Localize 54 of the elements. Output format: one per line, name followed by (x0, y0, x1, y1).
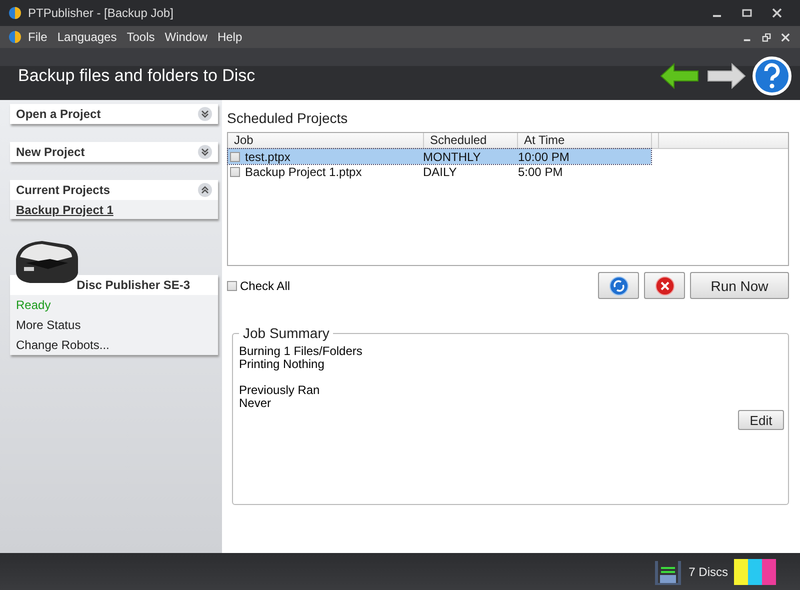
table-cell: 10:00 PM (518, 150, 570, 164)
menu-item[interactable]: Help (217, 30, 242, 44)
summary-line: Previously Ran (239, 384, 321, 397)
checkbox-label[interactable]: Check All (240, 278, 290, 292)
table-row[interactable]: test.ptpx MONTHLY 10:00 PM (228, 149, 651, 164)
ink-cartridges-icon (734, 558, 776, 584)
edit-button[interactable]: Edit (738, 410, 784, 430)
close-icon[interactable] (781, 32, 790, 42)
back-arrow-icon[interactable] (660, 63, 700, 89)
chevron-icon[interactable] (198, 145, 212, 159)
menu-item[interactable]: Window (164, 30, 208, 44)
menu-item[interactable]: File (28, 30, 48, 44)
project-link[interactable]: Backup Project 1 (10, 200, 218, 219)
table-row[interactable]: Backup Project 1.ptpx DAILY 5:00 PM (228, 164, 651, 179)
chevron-icon[interactable] (198, 107, 212, 121)
group-title: Job Summary (242, 325, 330, 341)
refresh-icon (608, 276, 628, 296)
run-now-button[interactable]: Run Now (690, 272, 789, 299)
page-title: Backup files and folders to Disc (18, 66, 256, 86)
disc-count: 7 Discs (688, 564, 728, 578)
restore-icon[interactable] (762, 32, 771, 42)
window-title: PTPublisher - [Backup Job] (28, 6, 174, 20)
summary-line: Never (239, 397, 272, 410)
summary-line: Burning 1 Files/Folders (239, 345, 364, 358)
robot-status: Ready (10, 295, 218, 315)
chevron-icon[interactable] (198, 183, 212, 197)
table-cell-text: Backup Project 1.ptpx (245, 164, 363, 178)
robot-name: Disc Publisher SE-3 (76, 277, 191, 294)
maximize-icon[interactable] (742, 8, 752, 18)
refresh-button[interactable] (598, 272, 639, 299)
checkbox[interactable] (230, 152, 240, 162)
table-cell-text: DAILY (423, 164, 458, 178)
robot-link[interactable]: Change Robots... (10, 335, 218, 355)
checkbox[interactable] (227, 280, 237, 290)
table-cell-text: MONTHLY (423, 150, 482, 164)
panel-title[interactable]: Open a Project (16, 107, 101, 121)
close-icon[interactable] (772, 8, 782, 18)
section-title: Scheduled Projects (227, 110, 349, 126)
checkbox[interactable] (230, 166, 240, 176)
app-logo-icon (8, 6, 22, 20)
help-icon[interactable] (752, 56, 792, 96)
panel-title[interactable]: New Project (16, 145, 85, 159)
delete-button[interactable] (644, 272, 685, 299)
table-cell-text: test.ptpx (245, 150, 292, 164)
app-logo-icon (8, 30, 22, 44)
disc-stack-icon (652, 558, 683, 584)
table-cell: 5:00 PM (518, 164, 563, 178)
panel-title[interactable]: Current Projects (16, 183, 110, 197)
forward-arrow-icon[interactable] (706, 63, 746, 89)
delete-icon (654, 276, 674, 296)
menu-item[interactable]: Languages (57, 30, 117, 44)
menu-item[interactable]: Tools (126, 30, 155, 44)
robot-link[interactable]: More Status (10, 315, 218, 335)
summary-line: Printing Nothing (239, 358, 326, 371)
